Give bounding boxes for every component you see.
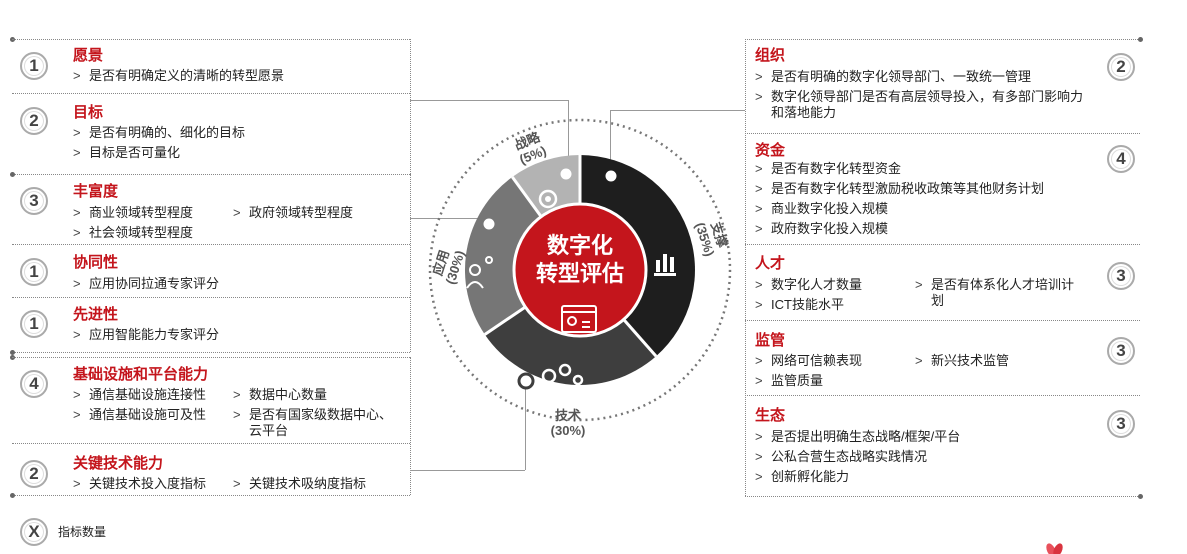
item-infra-1: > 通信基础设施连接性 bbox=[73, 387, 207, 402]
item-infra-2-text: 数据中心数量 bbox=[249, 387, 328, 402]
count-badge-goal: 2 bbox=[20, 107, 48, 135]
item-infra-3: > 通信基础设施可及性 bbox=[73, 407, 207, 422]
item-regulation-3-text: 监管质量 bbox=[771, 373, 824, 388]
item-ecosystem-3-text: 创新孵化能力 bbox=[771, 469, 850, 484]
title-ecosystem: 生态 bbox=[755, 407, 786, 424]
node-strategy bbox=[557, 165, 575, 183]
item-fund-1: > 是否有数字化转型资金 bbox=[755, 161, 902, 176]
item-richness-1-text: 商业领域转型程度 bbox=[89, 205, 194, 220]
item-regulation-1: > 网络可信赖表现 bbox=[755, 353, 863, 368]
item-org-1: > 是否有明确的数字化领导部门、一致统一管理 bbox=[755, 69, 1032, 84]
item-talent-2: > 是否有体系化人才培训计划 bbox=[915, 277, 1085, 309]
item-talent-1: > 数字化人才数量 bbox=[755, 277, 863, 292]
count-badge-advanced: 1 bbox=[20, 310, 48, 338]
item-advanced-1: > 应用智能能力专家评分 bbox=[73, 327, 220, 342]
item-regulation-2-text: 新兴技术监管 bbox=[931, 353, 1010, 368]
item-keytech-2: > 关键技术吸纳度指标 bbox=[233, 476, 367, 491]
item-goal-1-text: 是否有明确的、细化的目标 bbox=[89, 125, 246, 140]
title-regulation: 监管 bbox=[755, 332, 786, 349]
item-richness-1: > 商业领域转型程度 bbox=[73, 205, 194, 220]
item-fund-4-text: 政府数字化投入规模 bbox=[771, 221, 889, 236]
item-fund-3: > 商业数字化投入规模 bbox=[755, 201, 889, 216]
item-vision-1-text: 是否有明确定义的清晰的转型愿景 bbox=[89, 68, 285, 83]
item-vision-1: > 是否有明确定义的清晰的转型愿景 bbox=[73, 68, 285, 83]
item-fund-3-text: 商业数字化投入规模 bbox=[771, 201, 889, 216]
item-talent-2-text: 是否有体系化人才培训计划 bbox=[931, 277, 1075, 308]
count-badge-richness: 3 bbox=[20, 187, 48, 215]
item-ecosystem-3: > 创新孵化能力 bbox=[755, 469, 850, 484]
title-goal: 目标 bbox=[73, 104, 104, 121]
legend-label: 指标数量 bbox=[58, 525, 107, 539]
item-talent-1-text: 数字化人才数量 bbox=[771, 277, 863, 292]
title-talent: 人才 bbox=[755, 255, 786, 272]
count-badge-infra: 4 bbox=[20, 370, 48, 398]
label-tech: 技术 (30%) bbox=[543, 408, 593, 438]
title-fund: 资金 bbox=[755, 142, 786, 159]
title-synergy: 协同性 bbox=[73, 254, 119, 271]
count-badge-synergy: 1 bbox=[20, 258, 48, 286]
item-regulation-3: > 监管质量 bbox=[755, 373, 824, 388]
title-richness: 丰富度 bbox=[73, 183, 119, 200]
count-badge-regulation: 3 bbox=[1107, 337, 1135, 365]
item-richness-3: > 社会领域转型程度 bbox=[73, 225, 194, 240]
item-synergy-1-text: 应用协同拉通专家评分 bbox=[89, 276, 220, 291]
center-title-line1: 数字化 bbox=[546, 233, 613, 258]
item-infra-1-text: 通信基础设施连接性 bbox=[89, 387, 207, 402]
item-keytech-1-text: 关键技术投入度指标 bbox=[89, 476, 207, 491]
brand-logo-fragment bbox=[1046, 543, 1063, 554]
count-badge-ecosystem: 3 bbox=[1107, 410, 1135, 438]
center-title: 数字化 转型评估 bbox=[520, 232, 640, 288]
item-goal-2-text: 目标是否可量化 bbox=[89, 145, 181, 160]
item-org-2-text: 数字化领导部门是否有高层领导投入，有多部门影响力和落地能力 bbox=[771, 89, 1084, 120]
item-regulation-2: > 新兴技术监管 bbox=[915, 353, 1010, 368]
item-richness-2-text: 政府领域转型程度 bbox=[249, 205, 354, 220]
item-infra-4: > 是否有国家级数据中心、云平台 bbox=[233, 407, 403, 439]
item-infra-3-text: 通信基础设施可及性 bbox=[89, 407, 207, 422]
item-regulation-1-text: 网络可信赖表现 bbox=[771, 353, 863, 368]
count-badge-keytech: 2 bbox=[20, 460, 48, 488]
item-talent-3: > ICT技能水平 bbox=[755, 297, 844, 312]
title-advanced: 先进性 bbox=[73, 306, 119, 323]
item-richness-3-text: 社会领域转型程度 bbox=[89, 225, 194, 240]
count-badge-talent: 3 bbox=[1107, 262, 1135, 290]
item-goal-1: > 是否有明确的、细化的目标 bbox=[73, 125, 246, 140]
title-infra: 基础设施和平台能力 bbox=[73, 366, 209, 383]
item-ecosystem-1: > 是否提出明确生态战略/框架/平台 bbox=[755, 429, 961, 444]
label-tech-pct: (30%) bbox=[550, 423, 586, 438]
item-richness-2: > 政府领域转型程度 bbox=[233, 205, 354, 220]
node-tech bbox=[517, 372, 535, 390]
item-ecosystem-2-text: 公私合营生态战略实践情况 bbox=[771, 449, 928, 464]
item-keytech-2-text: 关键技术吸纳度指标 bbox=[249, 476, 367, 491]
item-infra-2: > 数据中心数量 bbox=[233, 387, 328, 402]
item-synergy-1: > 应用协同拉通专家评分 bbox=[73, 276, 220, 291]
title-vision: 愿景 bbox=[73, 47, 104, 64]
node-apply bbox=[480, 215, 498, 233]
title-org: 组织 bbox=[755, 47, 786, 64]
item-org-2: > 数字化领导部门是否有高层领导投入，有多部门影响力和落地能力 bbox=[755, 89, 1095, 121]
item-org-1-text: 是否有明确的数字化领导部门、一致统一管理 bbox=[771, 69, 1032, 84]
label-tech-name: 技术 bbox=[554, 408, 581, 423]
title-keytech: 关键技术能力 bbox=[73, 455, 164, 472]
item-fund-1-text: 是否有数字化转型资金 bbox=[771, 161, 902, 176]
item-fund-4: > 政府数字化投入规模 bbox=[755, 221, 889, 236]
center-title-line2: 转型评估 bbox=[535, 261, 624, 286]
item-ecosystem-2: > 公私合营生态战略实践情况 bbox=[755, 449, 928, 464]
item-talent-3-text: ICT技能水平 bbox=[771, 297, 844, 312]
item-fund-2-text: 是否有数字化转型激励税收政策等其他财务计划 bbox=[771, 181, 1045, 196]
node-support bbox=[602, 167, 620, 185]
item-fund-2: > 是否有数字化转型激励税收政策等其他财务计划 bbox=[755, 181, 1045, 196]
item-goal-2: > 目标是否可量化 bbox=[73, 145, 181, 160]
count-badge-org: 2 bbox=[1107, 53, 1135, 81]
count-badge-fund: 4 bbox=[1107, 145, 1135, 173]
legend-badge: X bbox=[20, 518, 48, 546]
item-ecosystem-1-text: 是否提出明确生态战略/框架/平台 bbox=[771, 429, 961, 444]
item-keytech-1: > 关键技术投入度指标 bbox=[73, 476, 207, 491]
item-infra-4-text: 是否有国家级数据中心、云平台 bbox=[249, 407, 393, 438]
item-advanced-1-text: 应用智能能力专家评分 bbox=[89, 327, 220, 342]
count-badge-vision: 1 bbox=[20, 52, 48, 80]
